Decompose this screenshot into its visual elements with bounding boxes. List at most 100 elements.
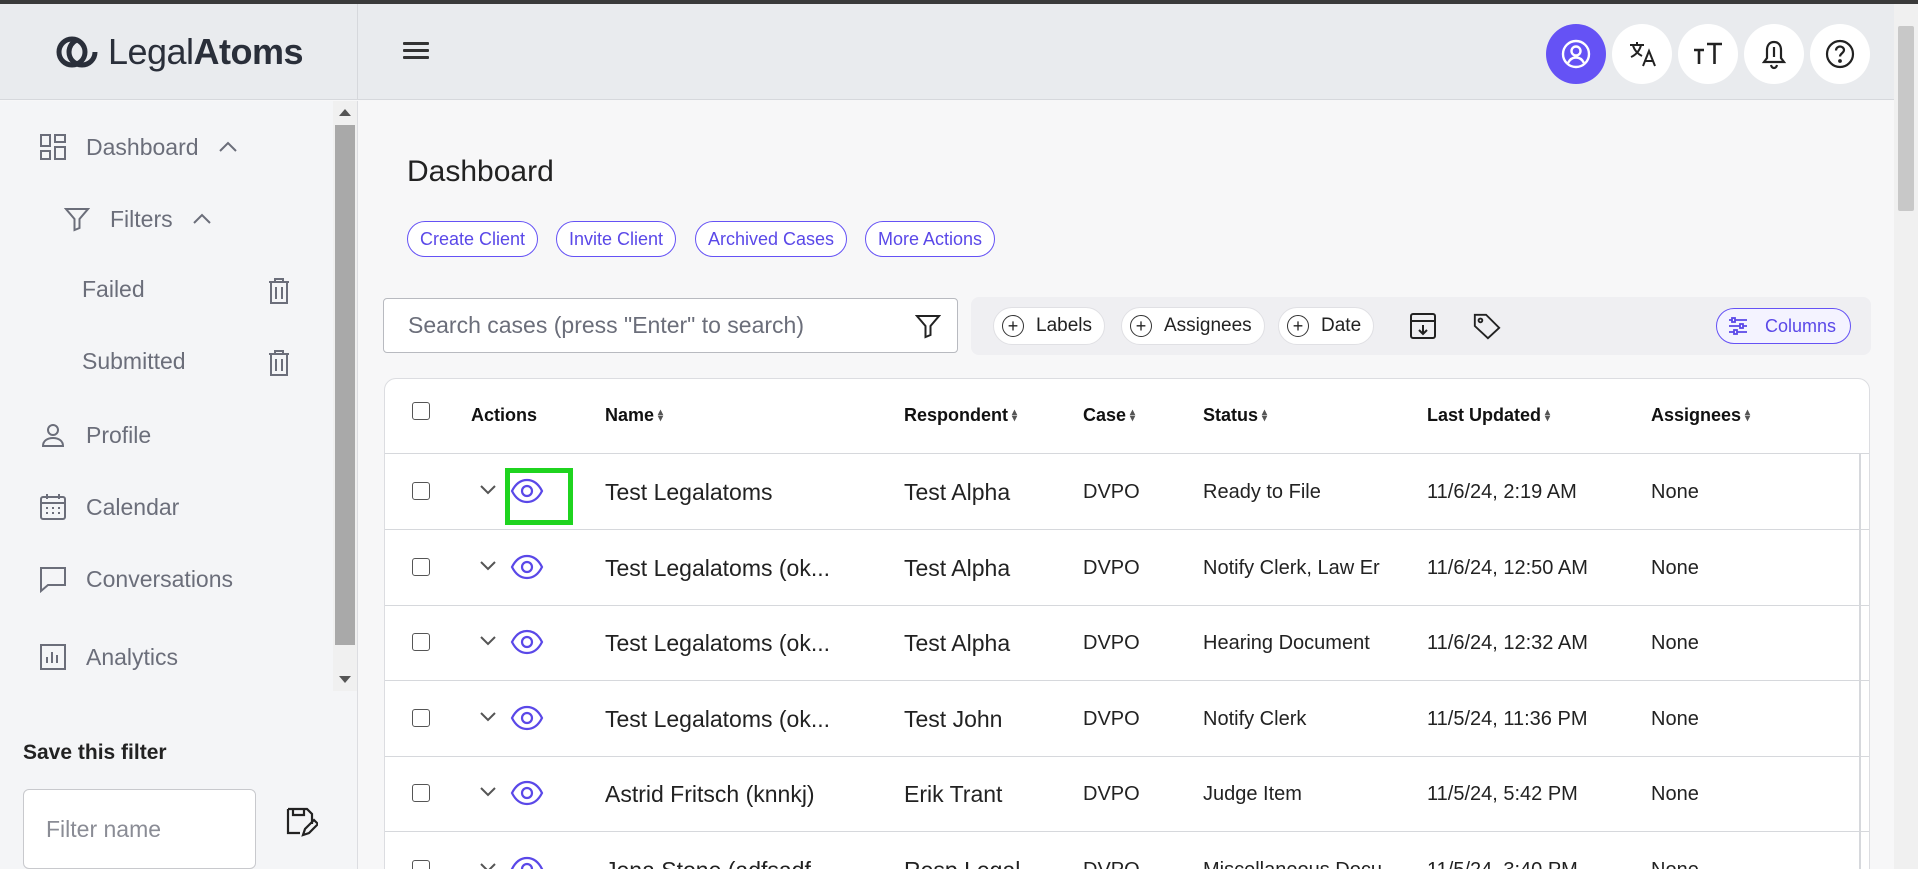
cell-status: Notify Clerk: [1203, 707, 1307, 730]
save-filter-icon[interactable]: [284, 805, 318, 839]
tag-icon[interactable]: [1472, 311, 1502, 341]
scroll-up-arrow-icon[interactable]: [339, 109, 351, 116]
chat-bubble-icon: [38, 564, 68, 594]
chevron-down-icon[interactable]: [478, 634, 498, 648]
bar-chart-icon: [38, 642, 68, 672]
sidebar-item-conversations[interactable]: Conversations: [38, 564, 233, 594]
table-row[interactable]: Test Legalatoms (ok... Test Alpha DVPO Hear…: [385, 606, 1869, 681]
sort-icon[interactable]: ▴ ▾: [1012, 407, 1017, 423]
scroll-down-arrow-icon[interactable]: [339, 676, 351, 683]
cell-name[interactable]: Test Legalatoms (ok...: [605, 531, 885, 606]
main-content: Dashboard Create Client Invite Client Ar…: [359, 101, 1894, 869]
plus-circle-icon: +: [1287, 315, 1309, 337]
table-row[interactable]: Test Legalatoms (ok... Test Alpha DVPO Noti…: [385, 531, 1869, 606]
sliders-icon: [1728, 317, 1747, 335]
sort-icon[interactable]: ▴ ▾: [1262, 407, 1267, 423]
eye-view-icon[interactable]: [510, 705, 544, 731]
page-scrollbar[interactable]: [1894, 4, 1918, 869]
eye-view-icon[interactable]: [510, 856, 544, 869]
brand-logo[interactable]: LegalAtoms: [54, 29, 304, 75]
trash-icon[interactable]: [267, 277, 291, 305]
help-button[interactable]: [1810, 24, 1870, 84]
saved-filter-label: Failed: [82, 276, 145, 302]
table-row[interactable]: Test Legalatoms Test Alpha DVPO Ready to Fi…: [385, 455, 1869, 530]
sort-icon[interactable]: ▴ ▾: [1130, 407, 1135, 423]
header-name[interactable]: Name ▴ ▾: [605, 405, 663, 426]
app-header: LegalAtoms: [0, 4, 1918, 100]
chevron-down-icon[interactable]: [478, 710, 498, 724]
language-button[interactable]: [1612, 24, 1672, 84]
create-client-button[interactable]: Create Client: [407, 221, 539, 257]
more-actions-button[interactable]: More Actions: [865, 221, 996, 257]
chevron-up-icon[interactable]: [217, 140, 239, 154]
table-row[interactable]: Jena Stone (adfsadf... Resp LegalDVPO Misc…: [385, 833, 1869, 869]
sort-icon[interactable]: ▴ ▾: [1545, 407, 1550, 423]
sidebar-scrollbar[interactable]: [333, 101, 357, 691]
cell-case: DVPO: [1083, 783, 1140, 805]
menu-toggle-icon[interactable]: [400, 38, 432, 66]
text-size-button[interactable]: [1678, 24, 1738, 84]
archive-download-icon[interactable]: [1408, 311, 1438, 341]
filter-funnel-icon[interactable]: [915, 313, 941, 339]
legalatoms-logo-icon: [56, 36, 98, 68]
date-filter-chip[interactable]: + Date: [1278, 307, 1375, 345]
sidebar-item-profile[interactable]: Profile: [38, 420, 151, 450]
header-status[interactable]: Status ▴ ▾: [1203, 405, 1267, 426]
row-checkbox[interactable]: [412, 633, 430, 651]
cell-name[interactable]: Test Legalatoms (ok...: [605, 606, 885, 681]
header-last-updated[interactable]: Last Updated ▴ ▾: [1427, 405, 1550, 426]
row-checkbox[interactable]: [412, 482, 430, 500]
cell-name[interactable]: Jena Stone (adfsadf...: [605, 833, 885, 869]
sidebar-item-dashboard[interactable]: Dashboard: [38, 132, 239, 162]
saved-filter-submitted[interactable]: Submitted: [82, 348, 186, 375]
sidebar-item-label: Profile: [86, 421, 152, 448]
user-account-button[interactable]: [1546, 24, 1606, 84]
chevron-down-icon[interactable]: [478, 483, 498, 497]
labels-filter-chip[interactable]: + Labels: [993, 307, 1105, 345]
columns-button[interactable]: Columns: [1715, 308, 1851, 344]
sidebar: Dashboard Filters Failed Submitted Profi…: [0, 101, 358, 869]
chevron-down-icon[interactable]: [478, 861, 498, 869]
saved-filter-failed[interactable]: Failed: [82, 276, 145, 303]
header-case[interactable]: Case ▴ ▾: [1083, 405, 1135, 426]
search-input[interactable]: [384, 299, 904, 352]
eye-view-icon[interactable]: [510, 554, 544, 580]
sort-icon[interactable]: ▴ ▾: [1745, 407, 1750, 423]
trash-icon[interactable]: [267, 349, 291, 377]
sort-icon[interactable]: ▴ ▾: [658, 407, 663, 423]
chevron-down-icon[interactable]: [478, 785, 498, 799]
assignees-filter-chip[interactable]: + Assignees: [1121, 307, 1265, 345]
archived-cases-button[interactable]: Archived Cases: [695, 221, 848, 257]
table-row[interactable]: Test Legalatoms (ok... Test John DVPO Notif…: [385, 682, 1869, 757]
sidebar-item-filters[interactable]: Filters: [62, 204, 213, 234]
chevron-up-icon[interactable]: [191, 212, 213, 226]
cell-name[interactable]: Test Legalatoms (ok...: [605, 682, 885, 757]
eye-view-icon[interactable]: [510, 629, 544, 655]
row-checkbox[interactable]: [412, 859, 430, 869]
row-checkbox[interactable]: [412, 557, 430, 576]
plus-circle-icon: +: [1130, 315, 1152, 337]
notifications-button[interactable]: [1744, 24, 1804, 84]
row-checkbox[interactable]: [412, 708, 430, 727]
sidebar-item-analytics[interactable]: Analytics: [38, 642, 178, 672]
sidebar-item-calendar[interactable]: Calendar: [38, 492, 179, 522]
cell-case: DVPO: [1083, 833, 1193, 869]
search-box: [383, 298, 958, 353]
invite-client-button[interactable]: Invite Client: [556, 221, 677, 257]
select-all-checkbox[interactable]: [412, 402, 430, 420]
row-checkbox[interactable]: [412, 784, 430, 802]
page-scrollbar-thumb[interactable]: [1898, 26, 1914, 211]
table-row[interactable]: Astrid Fritsch (knnkj) Erik Trant DVPO Judg…: [385, 757, 1869, 832]
chevron-down-icon[interactable]: [478, 559, 498, 573]
eye-view-icon[interactable]: [510, 780, 544, 806]
translate-icon: [1630, 42, 1656, 67]
header-respondent[interactable]: Respondent ▴ ▾: [904, 405, 1017, 426]
cell-name[interactable]: Astrid Fritsch (knnkj): [605, 757, 885, 832]
sidebar-scrollbar-thumb[interactable]: [335, 125, 355, 645]
cell-case: DVPO: [1083, 707, 1140, 730]
cell-name[interactable]: Test Legalatoms: [605, 455, 885, 530]
sidebar-item-label: Filters: [110, 205, 173, 232]
saved-filter-label: Submitted: [82, 348, 186, 374]
header-assignees[interactable]: Assignees ▴ ▾: [1651, 405, 1750, 426]
filter-name-input[interactable]: [23, 789, 256, 869]
